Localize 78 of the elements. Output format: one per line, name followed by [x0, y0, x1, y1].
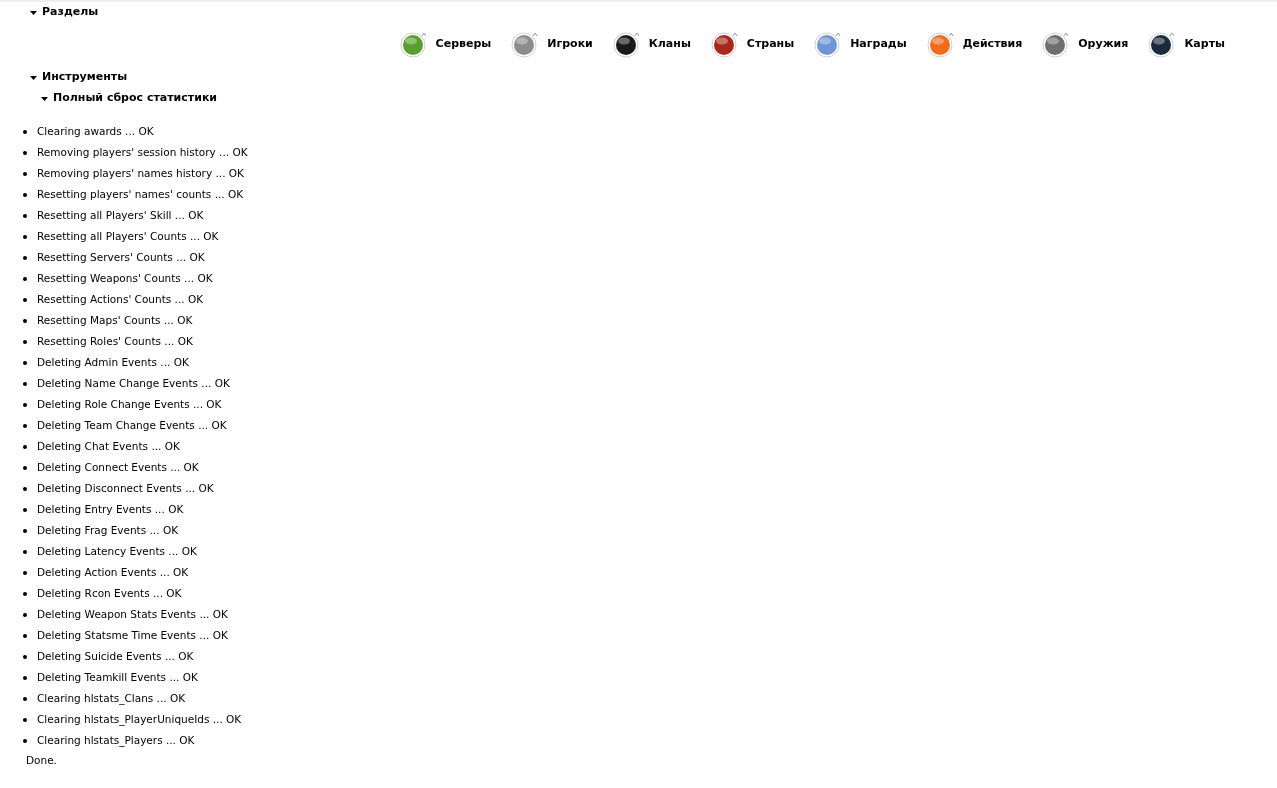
- log-line: Deleting Entry Events ... OK: [37, 501, 184, 517]
- bullet-icon: [23, 171, 27, 176]
- bullet-icon: [23, 129, 27, 134]
- bullet-icon: [23, 549, 27, 554]
- caret-down-icon[interactable]: [30, 74, 37, 81]
- log-line: Clearing hlstats_Players ... OK: [37, 732, 195, 749]
- log-line: Deleting Suicide Events ... OK: [37, 648, 194, 664]
- bullet-icon: [23, 192, 27, 197]
- bullet-icon: [23, 486, 27, 491]
- bullet-icon: [23, 591, 27, 596]
- bullet-icon: [23, 528, 27, 533]
- bullet-icon: [23, 150, 27, 155]
- section-heading[interactable]: Разделы: [42, 4, 99, 21]
- bullet-icon: [23, 675, 27, 680]
- log-line: Removing players' session history ... OK: [37, 144, 248, 160]
- log-line: Deleting Name Change Events ... OK: [37, 375, 230, 391]
- log-line: Deleting Teamkill Events ... OK: [37, 669, 198, 685]
- log-line: Deleting Frag Events ... OK: [37, 522, 179, 538]
- bullet-icon: [23, 381, 27, 386]
- bullet-icon: [23, 255, 27, 260]
- log-line: Resetting Maps' Counts ... OK: [37, 312, 193, 328]
- bullet-icon: [23, 444, 27, 449]
- bullet-icon: [23, 507, 27, 512]
- round-icon[interactable]: [1148, 30, 1177, 58]
- bullet-icon: [23, 738, 27, 743]
- log-line: Resetting Servers' Counts ... OK: [37, 249, 205, 265]
- bullet-icon: [23, 360, 27, 365]
- bullet-icon: [23, 402, 27, 407]
- section-heading[interactable]: Инструменты: [42, 69, 128, 86]
- nav-link[interactable]: Оружия: [1078, 35, 1129, 53]
- log-line: Deleting Team Change Events ... OK: [37, 417, 227, 433]
- log-line: Resetting all Players' Counts ... OK: [37, 228, 219, 244]
- nav-link[interactable]: Действия: [962, 35, 1023, 53]
- log-line: Clearing hlstats_PlayerUniqueIds ... OK: [37, 711, 242, 728]
- log-line: Resetting players' names' counts ... OK: [37, 186, 244, 202]
- log-line: Resetting Weapons' Counts ... OK: [37, 270, 213, 286]
- bullet-icon: [23, 612, 27, 617]
- log-line: Deleting Chat Events ... OK: [37, 438, 180, 454]
- log-line: Deleting Action Events ... OK: [37, 564, 189, 580]
- log-line: Deleting Connect Events ... OK: [37, 459, 199, 475]
- bullet-icon: [23, 717, 27, 722]
- log-line: Deleting Latency Events ... OK: [37, 543, 197, 559]
- caret-down-icon[interactable]: [30, 9, 37, 16]
- log-line: Deleting Weapon Stats Events ... OK: [37, 606, 228, 622]
- nav-link[interactable]: Награды: [850, 35, 907, 53]
- round-icon[interactable]: [710, 30, 739, 58]
- log-line: Resetting all Players' Skill ... OK: [37, 207, 204, 223]
- log-line: Removing players' names history ... OK: [37, 165, 244, 181]
- log-line: Deleting Disconnect Events ... OK: [37, 480, 214, 496]
- round-icon[interactable]: [612, 30, 641, 58]
- bullet-icon: [23, 696, 27, 701]
- log-line: Deleting Role Change Events ... OK: [37, 396, 222, 412]
- bullet-icon: [23, 318, 27, 323]
- bullet-icon: [23, 570, 27, 575]
- log-line: Clearing awards ... OK: [37, 123, 154, 139]
- log-line: Resetting Actions' Counts ... OK: [37, 291, 204, 307]
- bullet-icon: [23, 423, 27, 428]
- bullet-icon: [23, 654, 27, 659]
- nav-link[interactable]: Карты: [1184, 35, 1225, 53]
- bullet-icon: [23, 339, 27, 344]
- log-line: Deleting Admin Events ... OK: [37, 354, 189, 370]
- nav-link[interactable]: Кланы: [648, 35, 691, 53]
- caret-down-icon[interactable]: [41, 95, 48, 102]
- status-text: Done.: [26, 754, 57, 766]
- bullet-icon: [23, 213, 27, 218]
- log-line: Resetting Roles' Counts ... OK: [37, 333, 193, 349]
- nav-link[interactable]: Страны: [746, 35, 795, 53]
- bullet-icon: [23, 633, 27, 638]
- log-line: Deleting Rcon Events ... OK: [37, 585, 182, 601]
- section-heading[interactable]: Полный сброс статистики: [53, 90, 218, 107]
- nav-link[interactable]: Игроки: [547, 35, 593, 53]
- bullet-icon: [23, 234, 27, 239]
- nav-link[interactable]: Серверы: [435, 35, 492, 53]
- bullet-icon: [23, 276, 27, 281]
- log-line: Clearing hlstats_Clans ... OK: [37, 690, 186, 707]
- bullet-icon: [23, 297, 27, 302]
- log-line: Deleting Statsme Time Events ... OK: [37, 627, 228, 643]
- bullet-icon: [23, 465, 27, 470]
